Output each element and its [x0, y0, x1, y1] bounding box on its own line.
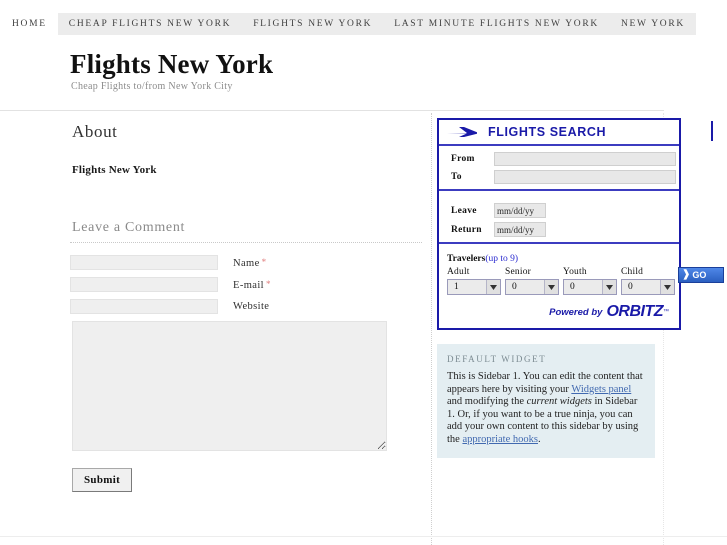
- footer-divider: [0, 536, 727, 537]
- comment-form-heading: Leave a Comment: [72, 220, 186, 235]
- chevron-down-icon[interactable]: [602, 280, 616, 294]
- return-label: Return: [451, 224, 482, 235]
- widgets-panel-link[interactable]: Widgets panel: [571, 384, 631, 395]
- search-button-label: GO: [692, 270, 707, 280]
- default-widget: Default Widget This is Sidebar 1. You ca…: [437, 344, 655, 458]
- required-marker-email: *: [265, 278, 271, 289]
- from-label: From: [451, 154, 475, 164]
- origin-destination-section: From To: [439, 146, 679, 197]
- nav-item-last-minute-flights-new-york[interactable]: Last Minute Flights New York: [383, 13, 610, 35]
- from-input[interactable]: [494, 152, 676, 166]
- to-label: To: [451, 172, 462, 182]
- nav-link-home[interactable]: Home: [0, 13, 58, 35]
- section-separator-2: [439, 242, 679, 244]
- nav-link-new-york[interactable]: New York: [609, 13, 696, 35]
- travelers-select-row: 1 0 0 0 ❱ GO: [447, 267, 724, 295]
- child-header: Child: [621, 267, 644, 277]
- appropriate-hooks-link[interactable]: appropriate hooks: [462, 434, 538, 445]
- email-label: E-mail *: [233, 278, 271, 291]
- chevron-down-icon[interactable]: [486, 280, 500, 294]
- required-marker-name: *: [261, 256, 267, 267]
- dw-text-2: and modifying the: [447, 396, 527, 407]
- from-row: From: [439, 152, 679, 166]
- nav-link-cheap-flights-new-york[interactable]: Cheap Flights New York: [57, 13, 243, 35]
- name-input[interactable]: [70, 255, 218, 270]
- powered-by-orbitz: Powered by ORBITZ ™: [439, 295, 679, 328]
- to-input[interactable]: [494, 170, 676, 184]
- main-navigation: Home Cheap Flights New York Flights New …: [0, 13, 727, 35]
- leave-label: Leave: [451, 205, 477, 216]
- senior-header: Senior: [505, 267, 532, 277]
- entry-content: Flights New York: [72, 164, 157, 176]
- nav-item-home[interactable]: Home: [0, 13, 58, 35]
- flights-search-widget: FLIGHTS SEARCH From To Leave mm/dd/yy Re…: [437, 118, 724, 330]
- youth-header: Youth: [563, 267, 587, 277]
- nav-item-cheap-flights-new-york[interactable]: Cheap Flights New York: [57, 13, 243, 35]
- page-title: About: [72, 122, 118, 141]
- travelers-heading: Travelers(up to 9): [439, 250, 679, 267]
- field-row-website: Website: [70, 299, 422, 314]
- orbitz-logo: ORBITZ: [606, 303, 663, 320]
- email-input[interactable]: [70, 277, 218, 292]
- return-row: Return: [439, 222, 679, 237]
- airplane-icon: [447, 126, 481, 138]
- dw-emphasis: current widgets: [526, 396, 592, 407]
- nav-link-flights-new-york[interactable]: Flights New York: [242, 13, 384, 35]
- header-accent-bar: [711, 121, 713, 141]
- website-input[interactable]: [70, 299, 218, 314]
- main-content: About Flights New York Leave a Comment N…: [70, 122, 422, 492]
- powered-by-label: Powered by: [549, 306, 603, 318]
- site-tagline: Cheap Flights to/from New York City: [71, 81, 233, 92]
- senior-select[interactable]: 0: [505, 279, 559, 295]
- site-title[interactable]: Flights New York: [70, 49, 273, 80]
- dw-text-4: .: [537, 433, 541, 445]
- travelers-text: Travelers: [447, 254, 486, 264]
- comment-form: Name * E-mail * Website Submit: [70, 255, 422, 492]
- comment-form-divider: [70, 242, 422, 243]
- default-widget-title: Default Widget: [447, 354, 547, 364]
- comment-textarea[interactable]: [72, 321, 387, 451]
- chevron-down-icon[interactable]: [544, 280, 558, 294]
- adult-select[interactable]: 1: [447, 279, 501, 295]
- sidebar: FLIGHTS SEARCH From To Leave mm/dd/yy Re…: [437, 118, 727, 458]
- nav-item-flights-new-york[interactable]: Flights New York: [242, 13, 384, 35]
- page-root: Home Cheap Flights New York Flights New …: [0, 0, 727, 545]
- travelers-selects: Adult Senior Youth Child 1 0 0 0 ❱ GO: [439, 267, 724, 295]
- youth-value: 0: [570, 282, 575, 292]
- nav-item-new-york[interactable]: New York: [609, 13, 696, 35]
- to-row: To: [439, 170, 679, 184]
- search-button[interactable]: ❱ GO: [678, 267, 724, 283]
- leave-date-input[interactable]: [494, 203, 546, 218]
- flights-search-title: FLIGHTS SEARCH: [488, 125, 607, 139]
- travelers-headers: Adult Senior Youth Child: [447, 267, 679, 277]
- section-separator-1: [439, 189, 679, 191]
- senior-value: 0: [512, 282, 517, 292]
- column-divider-left: [431, 113, 432, 545]
- return-date-input[interactable]: [494, 222, 546, 237]
- chevron-right-icon: ❱: [682, 269, 691, 280]
- header-divider: [0, 110, 664, 111]
- chevron-down-icon[interactable]: [660, 280, 674, 294]
- website-label: Website: [233, 301, 270, 312]
- adult-header: Adult: [447, 267, 470, 277]
- child-value: 0: [628, 282, 633, 292]
- youth-select[interactable]: 0: [563, 279, 617, 295]
- flights-search-header: FLIGHTS SEARCH: [439, 120, 713, 146]
- field-row-email: E-mail *: [70, 277, 422, 292]
- trademark-symbol: ™: [663, 309, 669, 315]
- dates-section: Leave Return: [439, 197, 679, 250]
- submit-button[interactable]: Submit: [72, 468, 133, 492]
- leave-row: Leave: [439, 203, 679, 218]
- adult-value: 1: [454, 282, 459, 292]
- field-row-name: Name *: [70, 255, 422, 270]
- child-select[interactable]: 0: [621, 279, 675, 295]
- nav-list: Home Cheap Flights New York Flights New …: [0, 13, 727, 35]
- travelers-hint-link[interactable]: (up to 9): [485, 254, 518, 264]
- name-label: Name *: [233, 256, 267, 269]
- default-widget-body: This is Sidebar 1. You can edit the cont…: [447, 371, 643, 446]
- nav-link-last-minute-flights-new-york[interactable]: Last Minute Flights New York: [383, 13, 610, 35]
